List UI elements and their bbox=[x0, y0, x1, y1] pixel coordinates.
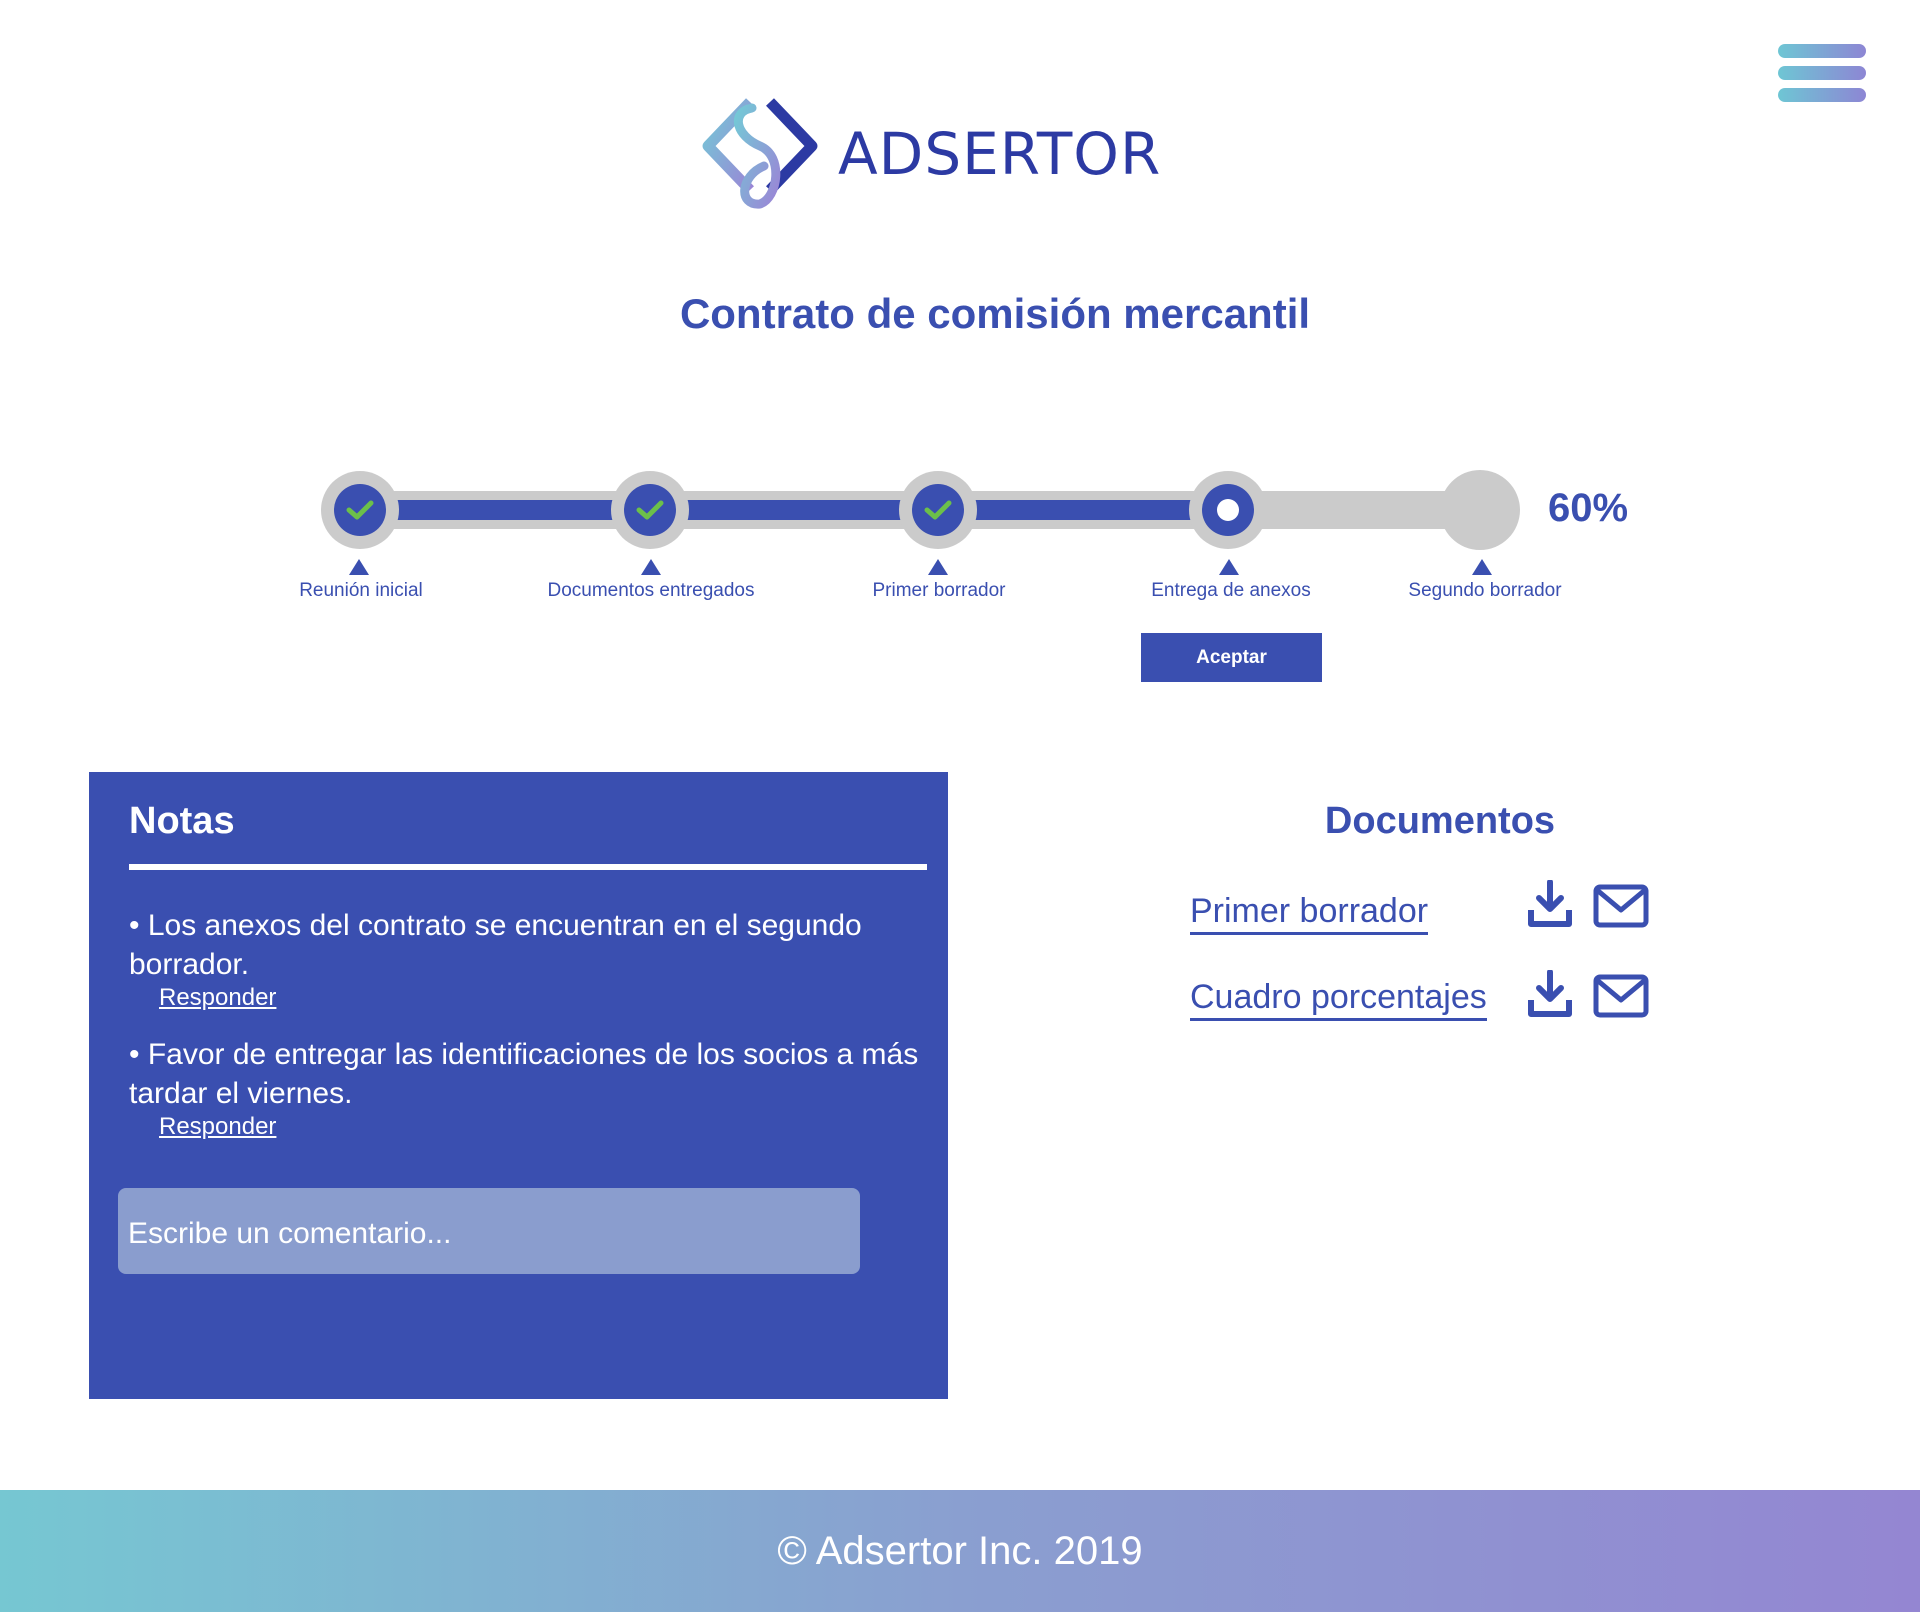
hamburger-menu-icon[interactable] bbox=[1778, 44, 1868, 110]
step-5-indicator bbox=[1440, 470, 1520, 550]
checkmark-icon bbox=[346, 500, 374, 520]
progress-fill bbox=[360, 500, 1228, 520]
step-4-caret bbox=[1219, 559, 1239, 575]
step-1-label: Reunión inicial bbox=[299, 580, 423, 601]
documents-title: Documentos bbox=[1324, 800, 1556, 842]
envelope-icon[interactable] bbox=[1593, 884, 1649, 934]
footer: © Adsertor Inc. 2019 bbox=[0, 1490, 1920, 1612]
step-3-indicator bbox=[899, 471, 977, 549]
document-row-2: Cuadro porcentajes bbox=[1190, 978, 1487, 1021]
brand-logo: ADSERTOR bbox=[700, 94, 1161, 214]
download-icon[interactable] bbox=[1527, 879, 1583, 930]
note-item-2: • Favor de entregar las identificaciones… bbox=[129, 1038, 919, 1110]
step-2-label: Documentos entregados bbox=[547, 580, 755, 601]
step-2-indicator bbox=[611, 471, 689, 549]
step-1-indicator bbox=[321, 471, 399, 549]
footer-copyright: © Adsertor Inc. 2019 bbox=[777, 1528, 1143, 1573]
brand-name: ADSERTOR bbox=[838, 120, 1162, 188]
step-5-caret bbox=[1472, 559, 1492, 575]
download-icon[interactable] bbox=[1527, 969, 1583, 1020]
step-5-label: Segundo borrador bbox=[1408, 580, 1562, 601]
notes-divider bbox=[129, 864, 927, 870]
note-item-1: • Los anexos del contrato se encuentran … bbox=[129, 909, 862, 981]
step-3-label: Primer borrador bbox=[872, 580, 1006, 601]
document-link-cuadro-porcentajes[interactable]: Cuadro porcentajes bbox=[1190, 978, 1487, 1021]
notes-title: Notas bbox=[129, 800, 235, 842]
current-step-dot bbox=[1217, 499, 1239, 521]
document-row-1: Primer borrador bbox=[1190, 892, 1429, 935]
reply-link-2[interactable]: Responder bbox=[159, 1113, 276, 1141]
checkmark-icon bbox=[924, 500, 952, 520]
reply-link-1[interactable]: Responder bbox=[159, 984, 276, 1012]
accept-button[interactable]: Aceptar bbox=[1141, 633, 1322, 682]
page-title: Contrato de comisión mercantil bbox=[679, 290, 1311, 337]
notes-panel: Notas • Los anexos del contrato se encue… bbox=[89, 772, 948, 1399]
document-link-primer-borrador[interactable]: Primer borrador bbox=[1190, 892, 1429, 935]
checkmark-icon bbox=[636, 500, 664, 520]
step-2-caret bbox=[641, 559, 661, 575]
step-4-indicator bbox=[1189, 471, 1267, 549]
comment-input[interactable] bbox=[118, 1188, 860, 1274]
step-3-caret bbox=[928, 559, 948, 575]
step-1-caret bbox=[349, 559, 369, 575]
step-4-label: Entrega de anexos bbox=[1151, 580, 1311, 601]
adsertor-logo-icon bbox=[702, 98, 818, 209]
progress-percent: 60% bbox=[1548, 486, 1629, 530]
envelope-icon[interactable] bbox=[1593, 974, 1649, 1024]
